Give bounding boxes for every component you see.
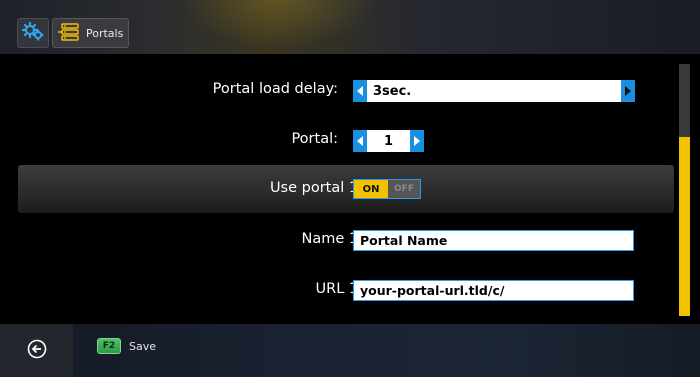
- gear-icon: [21, 21, 44, 45]
- portal-next-button[interactable]: [410, 130, 424, 152]
- portals-settings-screen: Portals Portal load delay: 3sec. Portal:…: [0, 0, 700, 377]
- scrollbar-thumb[interactable]: [679, 137, 690, 316]
- portals-server-icon: [58, 23, 82, 43]
- portal-prev-button[interactable]: [353, 130, 367, 152]
- portal-load-delay-next-button[interactable]: [621, 80, 635, 102]
- portal-number-value: 1: [383, 133, 394, 149]
- portal-label: Portal:: [291, 131, 338, 147]
- arrow-right-icon: [413, 136, 421, 146]
- portal-number-select[interactable]: 1: [367, 130, 410, 152]
- portal-load-delay-value: 3sec.: [373, 83, 412, 99]
- toggle-off-segment: OFF: [388, 180, 420, 198]
- url-input[interactable]: your-portal-url.tld/c/: [353, 280, 634, 301]
- portal-load-delay-select[interactable]: 3sec.: [367, 80, 621, 102]
- name-input[interactable]: Portal Name: [353, 230, 634, 251]
- top-bar-glow: [180, 0, 380, 50]
- tab-portals-label: Portals: [86, 26, 124, 40]
- f2-key-badge[interactable]: F2: [97, 338, 121, 354]
- use-portal-toggle[interactable]: ON OFF: [353, 179, 421, 199]
- toggle-on-segment: ON: [354, 180, 388, 198]
- settings-button[interactable]: [17, 18, 49, 48]
- tab-portals[interactable]: Portals: [52, 18, 129, 48]
- url-value: your-portal-url.tld/c/: [360, 283, 505, 298]
- portal-load-delay-label: Portal load delay:: [212, 81, 338, 97]
- back-button[interactable]: [0, 324, 73, 377]
- top-bar: Portals: [0, 0, 700, 54]
- use-portal-label: Use portal 1:: [269, 180, 363, 196]
- row-portal-load-delay: Portal load delay: 3sec.: [0, 78, 675, 104]
- portal-load-delay-prev-button[interactable]: [353, 80, 367, 102]
- name-value: Portal Name: [360, 233, 448, 248]
- save-label[interactable]: Save: [129, 338, 156, 354]
- row-portal: Portal: 1: [0, 128, 675, 154]
- arrow-left-icon: [356, 86, 364, 96]
- arrow-right-icon: [624, 86, 632, 96]
- back-arrow-icon: [27, 339, 47, 363]
- arrow-left-icon: [356, 136, 364, 146]
